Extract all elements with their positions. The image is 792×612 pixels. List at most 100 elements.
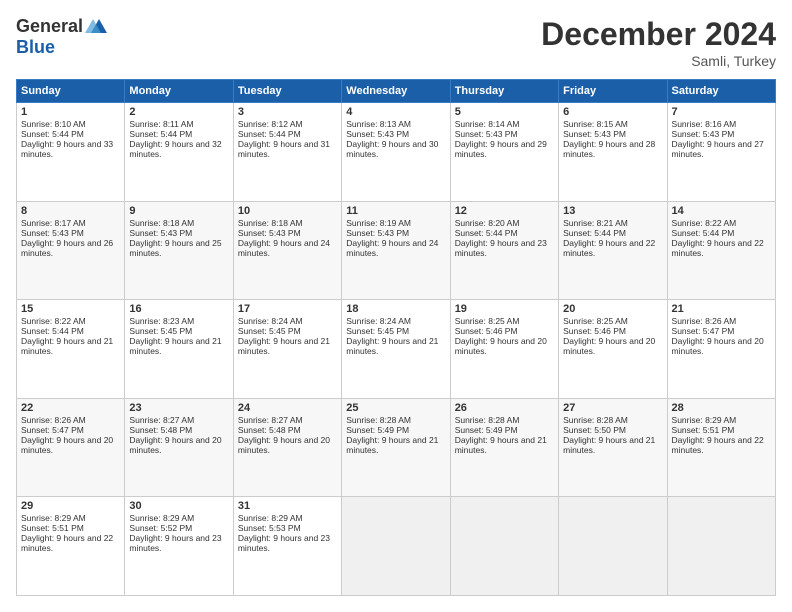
table-row bbox=[450, 497, 558, 596]
sunset-text: Sunset: 5:47 PM bbox=[672, 326, 735, 336]
sunset-text: Sunset: 5:46 PM bbox=[563, 326, 626, 336]
logo-icon bbox=[85, 15, 107, 37]
sunset-text: Sunset: 5:44 PM bbox=[21, 326, 84, 336]
daylight-text: Daylight: 9 hours and 20 minutes. bbox=[129, 435, 221, 455]
sunrise-text: Sunrise: 8:18 AM bbox=[238, 218, 303, 228]
daylight-text: Daylight: 9 hours and 23 minutes. bbox=[455, 238, 547, 258]
day-number: 14 bbox=[672, 205, 771, 217]
day-number: 18 bbox=[346, 303, 445, 315]
calendar-week-row: 22Sunrise: 8:26 AMSunset: 5:47 PMDayligh… bbox=[17, 398, 776, 497]
table-row: 16Sunrise: 8:23 AMSunset: 5:45 PMDayligh… bbox=[125, 300, 233, 399]
sunrise-text: Sunrise: 8:27 AM bbox=[238, 415, 303, 425]
day-number: 1 bbox=[21, 106, 120, 118]
sunrise-text: Sunrise: 8:28 AM bbox=[346, 415, 411, 425]
sunset-text: Sunset: 5:45 PM bbox=[346, 326, 409, 336]
sunset-text: Sunset: 5:43 PM bbox=[672, 129, 735, 139]
table-row: 4Sunrise: 8:13 AMSunset: 5:43 PMDaylight… bbox=[342, 103, 450, 202]
daylight-text: Daylight: 9 hours and 20 minutes. bbox=[455, 336, 547, 356]
logo-text: General bbox=[16, 16, 83, 38]
sunrise-text: Sunrise: 8:22 AM bbox=[672, 218, 737, 228]
daylight-text: Daylight: 9 hours and 23 minutes. bbox=[129, 533, 221, 553]
day-number: 9 bbox=[129, 205, 228, 217]
sunset-text: Sunset: 5:43 PM bbox=[129, 228, 192, 238]
sunset-text: Sunset: 5:44 PM bbox=[238, 129, 301, 139]
daylight-text: Daylight: 9 hours and 22 minutes. bbox=[21, 533, 113, 553]
day-number: 29 bbox=[21, 500, 120, 512]
sunrise-text: Sunrise: 8:23 AM bbox=[129, 316, 194, 326]
header: General Blue December 2024 Samli, Turkey bbox=[16, 16, 776, 69]
sunset-text: Sunset: 5:47 PM bbox=[21, 425, 84, 435]
table-row: 31Sunrise: 8:29 AMSunset: 5:53 PMDayligh… bbox=[233, 497, 341, 596]
sunrise-text: Sunrise: 8:13 AM bbox=[346, 119, 411, 129]
sunset-text: Sunset: 5:53 PM bbox=[238, 523, 301, 533]
sunrise-text: Sunrise: 8:28 AM bbox=[563, 415, 628, 425]
daylight-text: Daylight: 9 hours and 22 minutes. bbox=[563, 238, 655, 258]
table-row: 6Sunrise: 8:15 AMSunset: 5:43 PMDaylight… bbox=[559, 103, 667, 202]
sunset-text: Sunset: 5:45 PM bbox=[238, 326, 301, 336]
table-row: 24Sunrise: 8:27 AMSunset: 5:48 PMDayligh… bbox=[233, 398, 341, 497]
daylight-text: Daylight: 9 hours and 28 minutes. bbox=[563, 139, 655, 159]
daylight-text: Daylight: 9 hours and 21 minutes. bbox=[129, 336, 221, 356]
col-saturday: Saturday bbox=[667, 80, 775, 103]
day-number: 19 bbox=[455, 303, 554, 315]
logo: General Blue bbox=[16, 16, 107, 57]
table-row: 22Sunrise: 8:26 AMSunset: 5:47 PMDayligh… bbox=[17, 398, 125, 497]
sunset-text: Sunset: 5:43 PM bbox=[455, 129, 518, 139]
day-number: 8 bbox=[21, 205, 120, 217]
sunrise-text: Sunrise: 8:29 AM bbox=[129, 513, 194, 523]
sunrise-text: Sunrise: 8:16 AM bbox=[672, 119, 737, 129]
table-row: 12Sunrise: 8:20 AMSunset: 5:44 PMDayligh… bbox=[450, 201, 558, 300]
page: General Blue December 2024 Samli, Turkey… bbox=[0, 0, 792, 612]
table-row: 30Sunrise: 8:29 AMSunset: 5:52 PMDayligh… bbox=[125, 497, 233, 596]
table-row bbox=[667, 497, 775, 596]
table-row bbox=[342, 497, 450, 596]
sunset-text: Sunset: 5:43 PM bbox=[346, 129, 409, 139]
col-tuesday: Tuesday bbox=[233, 80, 341, 103]
table-row: 14Sunrise: 8:22 AMSunset: 5:44 PMDayligh… bbox=[667, 201, 775, 300]
calendar-week-row: 8Sunrise: 8:17 AMSunset: 5:43 PMDaylight… bbox=[17, 201, 776, 300]
table-row: 8Sunrise: 8:17 AMSunset: 5:43 PMDaylight… bbox=[17, 201, 125, 300]
daylight-text: Daylight: 9 hours and 25 minutes. bbox=[129, 238, 221, 258]
table-row: 23Sunrise: 8:27 AMSunset: 5:48 PMDayligh… bbox=[125, 398, 233, 497]
sunset-text: Sunset: 5:48 PM bbox=[238, 425, 301, 435]
day-number: 10 bbox=[238, 205, 337, 217]
sunset-text: Sunset: 5:46 PM bbox=[455, 326, 518, 336]
sunrise-text: Sunrise: 8:22 AM bbox=[21, 316, 86, 326]
day-number: 24 bbox=[238, 402, 337, 414]
sunset-text: Sunset: 5:48 PM bbox=[129, 425, 192, 435]
table-row: 28Sunrise: 8:29 AMSunset: 5:51 PMDayligh… bbox=[667, 398, 775, 497]
month-title: December 2024 bbox=[541, 16, 776, 53]
day-number: 16 bbox=[129, 303, 228, 315]
sunrise-text: Sunrise: 8:15 AM bbox=[563, 119, 628, 129]
sunset-text: Sunset: 5:43 PM bbox=[563, 129, 626, 139]
day-number: 13 bbox=[563, 205, 662, 217]
day-number: 3 bbox=[238, 106, 337, 118]
table-row: 2Sunrise: 8:11 AMSunset: 5:44 PMDaylight… bbox=[125, 103, 233, 202]
col-thursday: Thursday bbox=[450, 80, 558, 103]
day-number: 6 bbox=[563, 106, 662, 118]
daylight-text: Daylight: 9 hours and 30 minutes. bbox=[346, 139, 438, 159]
day-number: 20 bbox=[563, 303, 662, 315]
table-row: 29Sunrise: 8:29 AMSunset: 5:51 PMDayligh… bbox=[17, 497, 125, 596]
day-number: 15 bbox=[21, 303, 120, 315]
daylight-text: Daylight: 9 hours and 27 minutes. bbox=[672, 139, 764, 159]
subtitle: Samli, Turkey bbox=[541, 53, 776, 69]
calendar-table: Sunday Monday Tuesday Wednesday Thursday… bbox=[16, 79, 776, 596]
daylight-text: Daylight: 9 hours and 21 minutes. bbox=[346, 435, 438, 455]
table-row: 10Sunrise: 8:18 AMSunset: 5:43 PMDayligh… bbox=[233, 201, 341, 300]
sunrise-text: Sunrise: 8:14 AM bbox=[455, 119, 520, 129]
daylight-text: Daylight: 9 hours and 29 minutes. bbox=[455, 139, 547, 159]
table-row: 15Sunrise: 8:22 AMSunset: 5:44 PMDayligh… bbox=[17, 300, 125, 399]
sunrise-text: Sunrise: 8:29 AM bbox=[21, 513, 86, 523]
sunset-text: Sunset: 5:49 PM bbox=[346, 425, 409, 435]
col-wednesday: Wednesday bbox=[342, 80, 450, 103]
day-number: 2 bbox=[129, 106, 228, 118]
daylight-text: Daylight: 9 hours and 20 minutes. bbox=[21, 435, 113, 455]
col-friday: Friday bbox=[559, 80, 667, 103]
sunrise-text: Sunrise: 8:10 AM bbox=[21, 119, 86, 129]
logo-line2: Blue bbox=[16, 38, 107, 58]
sunset-text: Sunset: 5:45 PM bbox=[129, 326, 192, 336]
sunrise-text: Sunrise: 8:25 AM bbox=[455, 316, 520, 326]
sunset-text: Sunset: 5:44 PM bbox=[129, 129, 192, 139]
table-row: 25Sunrise: 8:28 AMSunset: 5:49 PMDayligh… bbox=[342, 398, 450, 497]
